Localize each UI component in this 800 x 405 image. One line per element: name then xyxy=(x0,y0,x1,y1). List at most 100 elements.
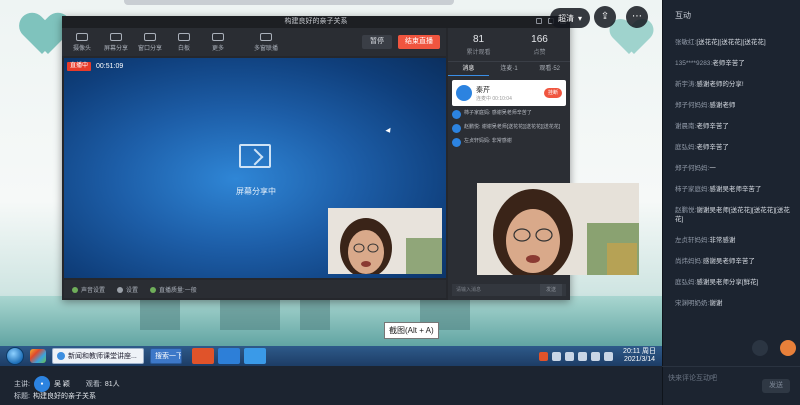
chat-message: 赵鹏悦:谢谢吴老师[送花花][送花花][送花花] xyxy=(675,206,795,224)
audio-settings[interactable]: 声音设置 xyxy=(72,285,105,294)
window-title: 构建良好的亲子关系 xyxy=(62,16,570,28)
chat-message: 庭弘妈:感谢吴老师分享[鲜花] xyxy=(675,278,795,287)
settings-label: 设置 xyxy=(126,287,139,294)
tray-icon[interactable] xyxy=(552,351,562,361)
stream-info-bar: 主讲: ● 吴 颖 观看: 81人 标题: 构建良好的亲子关系 xyxy=(0,366,662,405)
tool-screen-share[interactable]: 屏幕分享 xyxy=(102,32,130,52)
tool-label: 窗口分享 xyxy=(137,45,162,52)
send-button[interactable]: 发送 xyxy=(540,284,562,296)
mouse-cursor-icon xyxy=(385,127,393,135)
presentation-app-icon[interactable] xyxy=(192,348,214,364)
chat-text: 感谢吴老师分享[鲜花] xyxy=(696,279,759,286)
chat-user: 谢晨南: xyxy=(675,123,697,130)
chat-user: 郑子何妈妈: xyxy=(675,102,710,109)
pause-button[interactable]: 暂停 xyxy=(362,35,392,49)
browser-icon xyxy=(57,352,65,360)
shared-desktop: 直播中 00:51:09 屏幕分享中 xyxy=(64,58,446,278)
chat-user: 柿子家庭妈: xyxy=(675,186,710,193)
tool-more[interactable]: 更多 xyxy=(204,32,232,52)
tray-icon[interactable] xyxy=(539,351,549,361)
clock-date: 2021/3/14 xyxy=(623,356,656,363)
chat-list[interactable]: 张敏红:[送花花][送花花][送花花] 135****9283:老师辛苦了 新宇… xyxy=(675,38,795,320)
app-icon[interactable] xyxy=(244,348,266,364)
volume-icon[interactable] xyxy=(591,351,601,361)
link-icon[interactable] xyxy=(752,340,768,356)
stat-value: 166 xyxy=(531,34,548,45)
audio-settings-label: 声音设置 xyxy=(81,287,106,294)
comment-send-button[interactable]: 发送 xyxy=(762,379,790,393)
avatar: ● xyxy=(33,376,50,392)
minimize-icon[interactable] xyxy=(536,18,542,24)
app-icon[interactable] xyxy=(30,349,46,363)
tool-multi-stream[interactable]: 多窗联播 xyxy=(252,32,280,52)
window-share-icon xyxy=(144,32,156,41)
stat-value: 81 xyxy=(472,34,485,45)
taskbar-window-browser[interactable]: 新闻和教师课堂讲座... xyxy=(52,348,144,364)
linked-student-card: 秦芹 连麦中 00:10:04 挂断 xyxy=(452,80,566,106)
topic-value: 构建良好的亲子关系 xyxy=(32,393,96,400)
quality-selector[interactable]: 超清 ▾ xyxy=(550,8,590,28)
background-decoration xyxy=(124,0,454,5)
chat-message: 张敏红:[送花花][送花花][送花花] xyxy=(675,38,795,47)
app-icon[interactable] xyxy=(218,348,240,364)
chat-user: 赵鹏悦: xyxy=(675,207,697,214)
teacher-camera-preview[interactable] xyxy=(328,208,442,274)
taskbar-search-label: 搜索一下 xyxy=(155,353,182,360)
message-input-placeholder: 请输入消息 xyxy=(456,287,482,293)
start-menu-icon[interactable] xyxy=(6,347,24,365)
screen-share-icon xyxy=(110,32,122,41)
webcam-portrait xyxy=(328,208,442,274)
tab-messages[interactable]: 消息 xyxy=(448,62,489,76)
share-button[interactable]: ⇪ xyxy=(594,6,616,28)
panel-tabs: 消息 连麦·1 观看·52 xyxy=(448,62,570,76)
tab-linkmic[interactable]: 连麦·1 xyxy=(489,62,530,76)
viewers-label: 观看: xyxy=(85,381,102,388)
tray-icon[interactable] xyxy=(578,351,588,361)
gift-icon[interactable] xyxy=(780,340,796,356)
chat-user: 新宇涛: xyxy=(675,81,697,88)
live-timer: 00:51:09 xyxy=(96,63,124,70)
chat-user: 左贞轩妈妈: xyxy=(675,237,710,244)
chat-user: 庭弘妈: xyxy=(675,144,697,151)
more-button[interactable]: ⋯ xyxy=(626,6,648,28)
tool-window-share[interactable]: 窗口分享 xyxy=(136,32,164,52)
tray-icon[interactable] xyxy=(565,351,575,361)
end-live-button[interactable]: 结束直播 xyxy=(398,35,440,49)
message-text: 赵鹏悦: 谢谢吴老师[送花花][送花花][送花花] xyxy=(464,124,561,130)
chat-text: 老师辛苦了 xyxy=(712,60,745,67)
chat-text: [送花花][送花花][送花花] xyxy=(696,39,766,46)
chat-text: 感谢老师 xyxy=(709,102,736,109)
settings[interactable]: 设置 xyxy=(117,285,138,294)
live-bottom-bar: 声音设置 设置 直播质量:一般 xyxy=(64,280,446,298)
tool-label: 摄像头 xyxy=(72,45,91,52)
chat-message: 135****9283:老师辛苦了 xyxy=(675,59,795,68)
tool-whiteboard[interactable]: 白板 xyxy=(170,32,198,52)
chat-message: 宋渊明奶奶:谢谢 xyxy=(675,299,795,308)
tool-camera[interactable]: 摄像头 xyxy=(68,32,96,52)
screen-share-status: 屏幕分享中 xyxy=(236,187,276,196)
tool-label: 屏幕分享 xyxy=(103,45,128,52)
stream-quality: 直播质量:一般 xyxy=(150,285,197,294)
stream-view[interactable]: 构建良好的亲子关系 摄像头 屏幕分享 窗口分享 白板 更多 多窗联播 暂停 结束… xyxy=(0,0,662,366)
topic-row: 标题: 构建良好的亲子关系 xyxy=(14,391,112,401)
hangup-button[interactable]: 挂断 xyxy=(543,88,562,98)
app-root: 构建良好的亲子关系 摄像头 屏幕分享 窗口分享 白板 更多 多窗联播 暂停 结束… xyxy=(0,0,800,405)
screen-share-icon xyxy=(239,144,271,168)
network-icon[interactable] xyxy=(604,351,614,361)
comment-input[interactable]: 快来评论互动吧 xyxy=(668,373,717,383)
stat-views: 81 累计观看 xyxy=(448,28,509,61)
viewers-count: 81人 xyxy=(104,381,120,388)
more-icon: ⋯ xyxy=(632,11,642,22)
message-input[interactable]: 请输入消息 发送 xyxy=(452,284,566,296)
avatar xyxy=(452,138,461,147)
avatar xyxy=(456,85,472,101)
tab-viewers[interactable]: 观看·52 xyxy=(529,62,570,76)
taskbar-search[interactable]: 搜索一下 xyxy=(150,348,182,364)
student-camera-overlay[interactable] xyxy=(477,183,639,275)
gear-icon xyxy=(117,286,124,293)
chat-message: 谢晨南:老师辛苦了 xyxy=(675,122,795,131)
chat-message: 郑子何妈妈:一 xyxy=(675,164,795,173)
microphone-icon xyxy=(72,286,78,293)
chat-text: 感谢吴老师辛苦了 xyxy=(702,258,755,265)
system-clock[interactable]: 20:11 周日 2021/3/14 xyxy=(623,348,656,364)
